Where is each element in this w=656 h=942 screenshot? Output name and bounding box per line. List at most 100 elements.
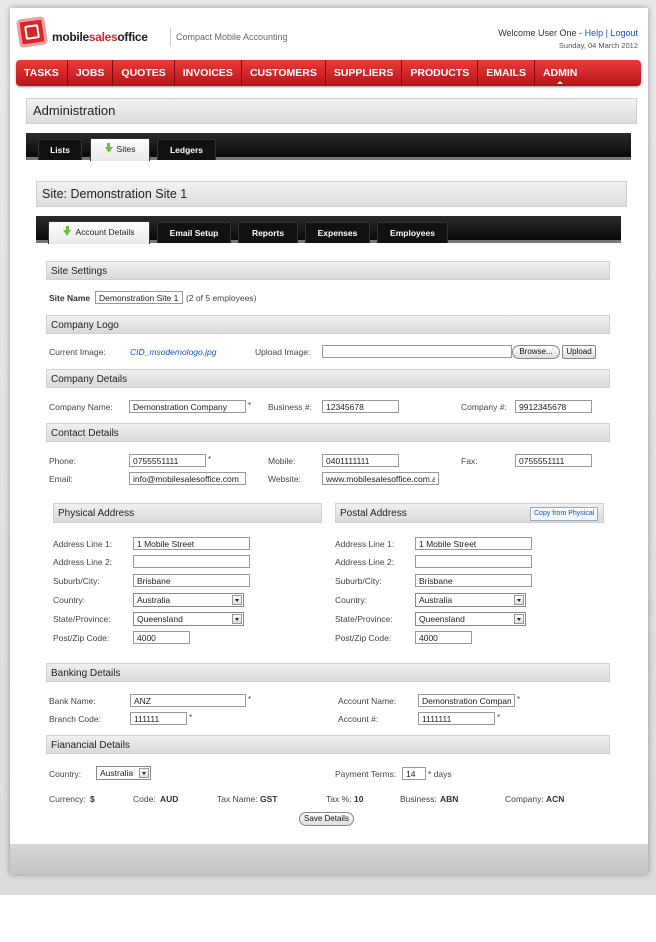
nav-emails[interactable]: EMAILS <box>478 60 535 86</box>
nav-suppliers[interactable]: SUPPLIERS <box>326 60 403 86</box>
tab-email-setup[interactable]: Email Setup <box>157 222 231 243</box>
branch-code-input[interactable] <box>130 712 187 725</box>
site-tabs: Account Details Email Setup Reports Expe… <box>36 216 621 244</box>
business-no-input[interactable] <box>322 400 399 413</box>
phone-input[interactable] <box>129 454 206 467</box>
nav-invoices[interactable]: INVOICES <box>175 60 242 86</box>
postal-post-input[interactable] <box>415 631 472 644</box>
nav-tasks[interactable]: TASKS <box>16 60 68 86</box>
postal-line1-label: Address Line 1: <box>335 539 395 549</box>
welcome-bar: Welcome User One - Help | Logout <box>498 28 638 38</box>
nav-jobs[interactable]: JOBS <box>68 60 114 86</box>
tab-reports[interactable]: Reports <box>238 222 298 243</box>
tab-ledgers[interactable]: Ledgers <box>157 139 216 160</box>
business-no-label: Business #: <box>268 402 312 412</box>
tax-name-value: GST <box>260 794 278 804</box>
upload-file-input[interactable] <box>322 345 512 358</box>
mobile-label: Mobile: <box>268 456 296 466</box>
bank-name-input[interactable] <box>130 694 246 707</box>
physical-line2-input[interactable] <box>133 555 250 568</box>
physical-line2-label: Address Line 2: <box>53 557 113 567</box>
physical-line1-input[interactable] <box>133 537 250 550</box>
fax-label: Fax: <box>461 456 478 466</box>
help-link[interactable]: Help <box>585 28 604 38</box>
site-name-input[interactable] <box>95 291 183 304</box>
website-label: Website: <box>268 474 301 484</box>
account-no-input[interactable] <box>418 712 495 725</box>
physical-state-select[interactable]: Queensland <box>133 612 244 626</box>
email-input[interactable] <box>129 472 246 485</box>
account-name-input[interactable] <box>418 694 515 707</box>
required-mark: * <box>248 401 252 410</box>
tab-lists[interactable]: Lists <box>38 139 82 160</box>
logo-text-left: mobile <box>52 30 89 44</box>
tab-expenses[interactable]: Expenses <box>305 222 370 243</box>
browse-button[interactable]: Browse... <box>512 345 560 359</box>
physical-post-label: Post/Zip Code: <box>53 633 110 643</box>
current-image-label: Current Image: <box>49 347 106 357</box>
tab-sites[interactable]: Sites <box>90 138 150 161</box>
mobile-input[interactable] <box>322 454 399 467</box>
nav-customers[interactable]: CUSTOMERS <box>242 60 326 86</box>
required-mark: * <box>208 455 212 464</box>
business-type-value: ABN <box>440 794 459 804</box>
logout-link[interactable]: Logout <box>610 28 638 38</box>
email-label: Email: <box>49 474 73 484</box>
physical-suburb-input[interactable] <box>133 574 250 587</box>
dropdown-arrow-icon <box>514 614 524 624</box>
financial-details-heading: Fianancial Details <box>46 735 610 754</box>
nav-quotes[interactable]: QUOTES <box>113 60 175 86</box>
postal-suburb-input[interactable] <box>415 574 532 587</box>
fin-country-label: Country: <box>49 769 82 779</box>
tab-account-details-label: Account Details <box>75 227 135 237</box>
postal-line2-input[interactable] <box>415 555 532 568</box>
fax-input[interactable] <box>515 454 592 467</box>
logo-text-mid: sales <box>88 30 118 44</box>
physical-post-input[interactable] <box>133 631 190 644</box>
physical-address-heading: Physical Address <box>53 503 322 523</box>
bank-name-label: Bank Name: <box>49 696 96 706</box>
nav-admin[interactable]: ADMIN <box>535 60 585 86</box>
physical-country-select[interactable]: Australia <box>133 593 244 607</box>
postal-country-select[interactable]: Australia <box>415 593 526 607</box>
postal-state-select[interactable]: Queensland <box>415 612 526 626</box>
current-image-link[interactable]: CID_msodemologo.jpg <box>130 347 216 357</box>
company-type-value: ACN <box>546 794 565 804</box>
tab-account-details[interactable]: Account Details <box>48 221 150 244</box>
physical-state-label: State/Province: <box>53 614 111 624</box>
physical-state-value: Queensland <box>137 614 183 624</box>
app-logo[interactable]: mobilesalesoffice <box>52 30 148 44</box>
logo-text-right: office <box>117 30 148 44</box>
fin-country-select[interactable]: Australia <box>96 766 151 780</box>
payment-terms-label: Payment Terms: <box>335 769 397 779</box>
required-mark: * <box>248 695 252 704</box>
tab-sites-label: Sites <box>116 144 136 154</box>
company-name-input[interactable] <box>129 400 246 413</box>
banking-details-heading: Banking Details <box>46 663 610 682</box>
dropdown-arrow-icon <box>514 595 524 605</box>
code-label: Code: <box>133 794 156 804</box>
nav-products[interactable]: PRODUCTS <box>402 60 479 86</box>
postal-line1-input[interactable] <box>415 537 532 550</box>
upload-button[interactable]: Upload <box>562 345 596 359</box>
main-nav: TASKS JOBS QUOTES INVOICES CUSTOMERS SUP… <box>16 60 641 86</box>
postal-post-label: Post/Zip Code: <box>335 633 392 643</box>
site-title-bar: Site: Demonstration Site 1 <box>36 181 627 207</box>
copy-from-physical-button[interactable]: Copy from Physical <box>530 507 599 521</box>
currency-value: $ <box>90 794 95 804</box>
postal-state-label: State/Province: <box>335 614 393 624</box>
website-input[interactable] <box>322 472 439 485</box>
payment-terms-suffix: * days <box>428 769 452 779</box>
company-no-input[interactable] <box>515 400 592 413</box>
save-details-button[interactable]: Save Details <box>299 812 354 826</box>
required-mark: * <box>517 695 521 704</box>
required-mark: * <box>189 713 193 722</box>
current-date: Sunday, 04 March 2012 <box>558 41 638 50</box>
phone-label: Phone: <box>49 456 76 466</box>
dropdown-arrow-icon <box>232 614 242 624</box>
page-container: mobilesalesoffice Compact Mobile Account… <box>10 8 648 874</box>
payment-terms-input[interactable] <box>402 767 426 780</box>
tab-employees[interactable]: Employees <box>377 222 448 243</box>
physical-line1-label: Address Line 1: <box>53 539 113 549</box>
site-title: Site: Demonstration Site 1 <box>42 187 188 201</box>
